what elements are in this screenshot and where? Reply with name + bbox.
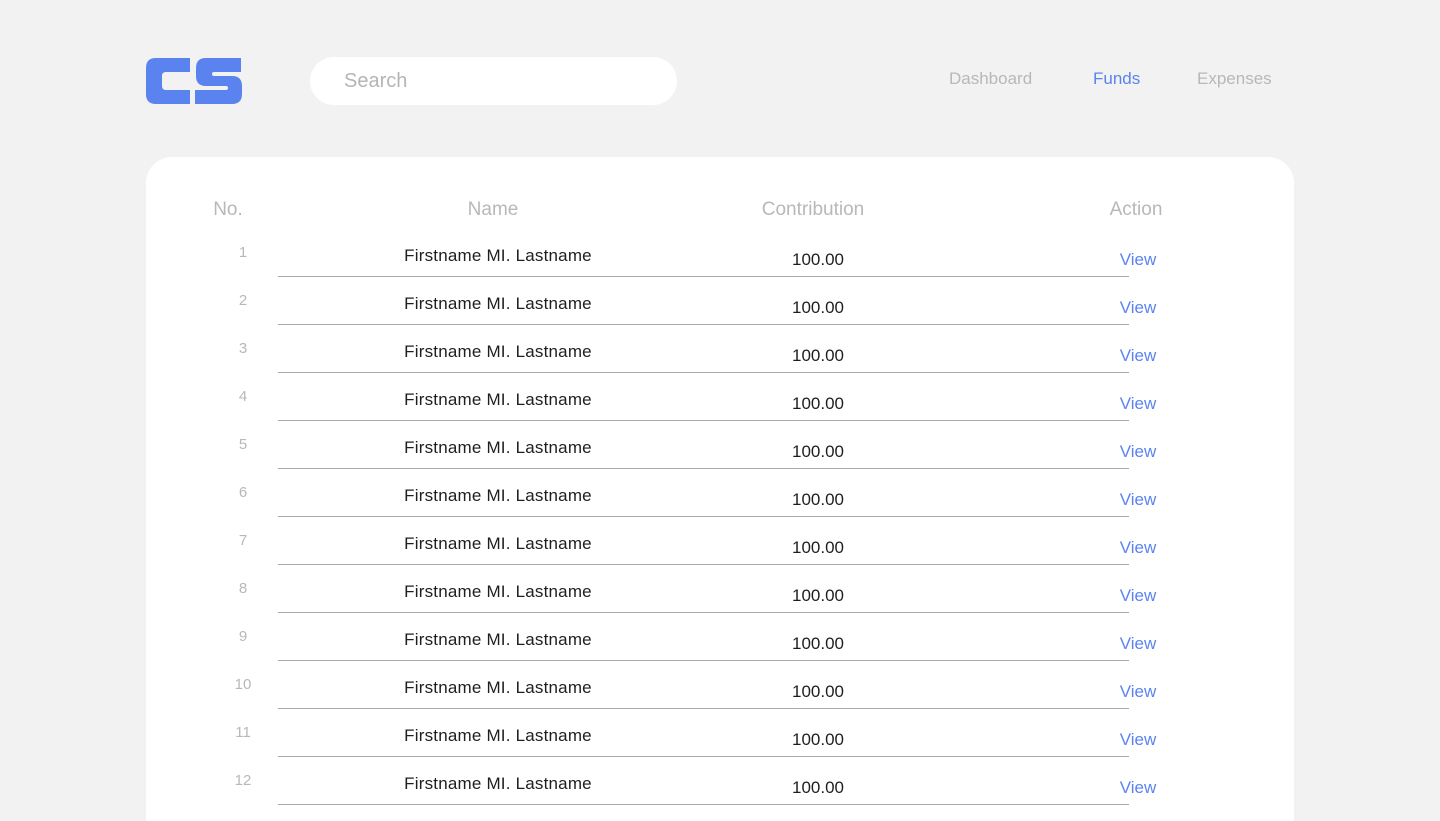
table-row: 6 Firstname MI. Lastname 100.00 View bbox=[0, 484, 1440, 532]
table-row: 2 Firstname MI. Lastname 100.00 View bbox=[0, 292, 1440, 340]
row-contribution: 100.00 bbox=[792, 778, 844, 797]
row-name: Firstname MI. Lastname bbox=[404, 438, 592, 457]
table-row: 8 Firstname MI. Lastname 100.00 View bbox=[0, 580, 1440, 628]
row-divider bbox=[278, 804, 1129, 805]
table-row: 7 Firstname MI. Lastname 100.00 View bbox=[0, 532, 1440, 580]
view-link[interactable]: View bbox=[1120, 346, 1157, 366]
row-number: 9 bbox=[238, 628, 248, 645]
nav-funds[interactable]: Funds bbox=[1093, 69, 1140, 91]
row-number: 3 bbox=[238, 340, 248, 357]
row-name: Firstname MI. Lastname bbox=[404, 630, 592, 649]
table-row: 9 Firstname MI. Lastname 100.00 View bbox=[0, 628, 1440, 676]
nav-expenses[interactable]: Expenses bbox=[1197, 69, 1272, 91]
row-name: Firstname MI. Lastname bbox=[404, 678, 592, 697]
row-contribution: 100.00 bbox=[792, 634, 844, 653]
view-link[interactable]: View bbox=[1120, 442, 1157, 462]
nav-dashboard[interactable]: Dashboard bbox=[949, 69, 1032, 91]
row-contribution: 100.00 bbox=[792, 538, 844, 557]
search-bar[interactable] bbox=[310, 57, 677, 105]
row-contribution: 100.00 bbox=[792, 490, 844, 509]
table-row: 3 Firstname MI. Lastname 100.00 View bbox=[0, 340, 1440, 388]
row-divider bbox=[278, 708, 1129, 709]
row-divider bbox=[278, 420, 1129, 421]
row-name: Firstname MI. Lastname bbox=[404, 246, 592, 265]
view-link[interactable]: View bbox=[1120, 730, 1157, 750]
table-row: 5 Firstname MI. Lastname 100.00 View bbox=[0, 436, 1440, 484]
header-action: Action bbox=[1109, 199, 1163, 220]
row-number: 2 bbox=[238, 292, 248, 309]
row-contribution: 100.00 bbox=[792, 586, 844, 605]
row-divider bbox=[278, 516, 1129, 517]
row-number: 1 bbox=[238, 244, 248, 261]
row-divider bbox=[278, 276, 1129, 277]
row-contribution: 100.00 bbox=[792, 394, 844, 413]
row-contribution: 100.00 bbox=[792, 682, 844, 701]
cs-logo[interactable] bbox=[146, 58, 242, 104]
row-contribution: 100.00 bbox=[792, 298, 844, 317]
table-row: 11 Firstname MI. Lastname 100.00 View bbox=[0, 724, 1440, 772]
table-row: 1 Firstname MI. Lastname 100.00 View bbox=[0, 244, 1440, 292]
row-number: 5 bbox=[238, 436, 248, 453]
row-contribution: 100.00 bbox=[792, 730, 844, 749]
header-name: Name bbox=[467, 199, 519, 220]
row-divider bbox=[278, 372, 1129, 373]
row-contribution: 100.00 bbox=[792, 250, 844, 269]
view-link[interactable]: View bbox=[1120, 778, 1157, 798]
search-input[interactable] bbox=[342, 68, 677, 94]
table-row: 12 Firstname MI. Lastname 100.00 View bbox=[0, 772, 1440, 820]
row-number: 12 bbox=[234, 772, 252, 789]
row-divider bbox=[278, 612, 1129, 613]
row-contribution: 100.00 bbox=[792, 442, 844, 461]
row-number: 7 bbox=[238, 532, 248, 549]
view-link[interactable]: View bbox=[1120, 298, 1157, 318]
page: Dashboard Funds Expenses No. Name Contri… bbox=[0, 0, 1440, 821]
header-no: No. bbox=[213, 199, 243, 220]
row-number: 8 bbox=[238, 580, 248, 597]
row-name: Firstname MI. Lastname bbox=[404, 486, 592, 505]
table-row: 4 Firstname MI. Lastname 100.00 View bbox=[0, 388, 1440, 436]
row-divider bbox=[278, 324, 1129, 325]
view-link[interactable]: View bbox=[1120, 634, 1157, 654]
view-link[interactable]: View bbox=[1120, 538, 1157, 558]
row-number: 6 bbox=[238, 484, 248, 501]
view-link[interactable]: View bbox=[1120, 490, 1157, 510]
row-name: Firstname MI. Lastname bbox=[404, 390, 592, 409]
view-link[interactable]: View bbox=[1120, 682, 1157, 702]
row-name: Firstname MI. Lastname bbox=[404, 726, 592, 745]
header-contribution: Contribution bbox=[761, 199, 865, 220]
row-number: 4 bbox=[238, 388, 248, 405]
row-divider bbox=[278, 564, 1129, 565]
row-number: 11 bbox=[235, 724, 251, 741]
row-name: Firstname MI. Lastname bbox=[404, 582, 592, 601]
table-row: 10 Firstname MI. Lastname 100.00 View bbox=[0, 676, 1440, 724]
row-contribution: 100.00 bbox=[792, 346, 844, 365]
view-link[interactable]: View bbox=[1120, 586, 1157, 606]
row-number: 10 bbox=[234, 676, 252, 693]
row-name: Firstname MI. Lastname bbox=[404, 534, 592, 553]
row-name: Firstname MI. Lastname bbox=[404, 342, 592, 361]
view-link[interactable]: View bbox=[1120, 394, 1157, 414]
row-name: Firstname MI. Lastname bbox=[404, 774, 592, 793]
row-name: Firstname MI. Lastname bbox=[404, 294, 592, 313]
row-divider bbox=[278, 756, 1129, 757]
view-link[interactable]: View bbox=[1120, 250, 1157, 270]
row-divider bbox=[278, 468, 1129, 469]
row-divider bbox=[278, 660, 1129, 661]
